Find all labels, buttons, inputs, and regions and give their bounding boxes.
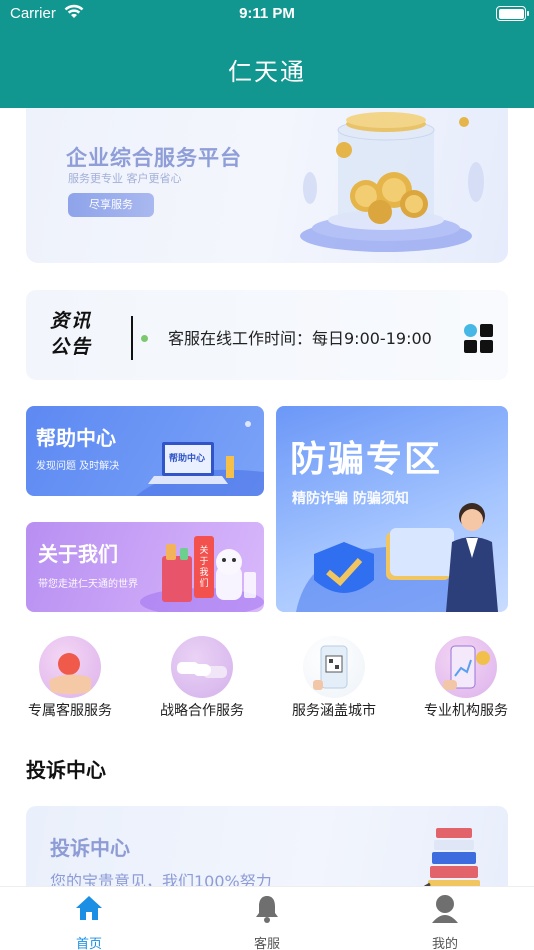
qr-phone-icon <box>303 636 365 698</box>
complaint-card[interactable]: 投诉中心 您的宝贵意见，我们100%努力 <box>26 806 508 886</box>
promo-banner[interactable]: 企业综合服务平台 服务更专业 客户更省心 尽享服务 <box>26 108 508 263</box>
coin-jar-illustration <box>300 112 484 252</box>
announcement-text: 客服在线工作时间：每日9:00-19:00 <box>168 329 432 348</box>
announcement-logo-top: 资讯 <box>50 310 93 332</box>
service-label: 专业机构服务 <box>424 703 508 719</box>
about-us-subtitle: 带您走进仁天通的世界 <box>38 579 138 590</box>
shield-illustration <box>296 503 498 612</box>
home-icon <box>76 896 102 920</box>
announcement-divider <box>131 316 133 360</box>
service-label: 服务涵盖城市 <box>292 703 376 719</box>
service-label: 战略合作服务 <box>160 703 244 719</box>
service-coverage-cities[interactable]: 服务涵盖城市 <box>274 636 394 720</box>
complaint-card-title: 投诉中心 <box>50 836 130 860</box>
handshake-icon <box>171 636 233 698</box>
home-content[interactable]: 企业综合服务平台 服务更专业 客户更省心 尽享服务 资讯 公告 客服在线工作时间… <box>0 108 534 886</box>
announcement-bar[interactable]: 资讯 公告 客服在线工作时间：每日9:00-19:00 <box>26 290 508 380</box>
help-center-card[interactable]: 帮助中心 发现问题 及时解决 帮助中心 <box>26 406 264 496</box>
banner-title: 企业综合服务平台 <box>66 146 242 170</box>
service-label: 专属客服服务 <box>28 703 112 719</box>
tab-home-label: 首页 <box>75 937 102 950</box>
laptop-screen-label: 帮助中心 <box>169 454 206 464</box>
banner-subtitle: 服务更专业 客户更省心 <box>68 172 182 185</box>
nav-bar: 仁天通 <box>0 28 534 108</box>
online-dot-icon <box>141 335 148 342</box>
help-center-subtitle: 发现问题 及时解决 <box>36 461 120 472</box>
service-exclusive-support[interactable]: 专属客服服务 <box>10 636 130 720</box>
battery-icon <box>496 6 529 21</box>
service-professional-institutions[interactable]: 专业机构服务 <box>406 636 526 720</box>
announcement-logo: 资讯 公告 <box>50 308 92 360</box>
status-bar: Carrier 9:11 PM <box>0 0 534 28</box>
announcement-logo-bottom: 公告 <box>50 336 93 358</box>
tab-customer-service-label: 客服 <box>253 937 280 950</box>
user-icon <box>432 895 458 923</box>
tab-customer-service[interactable]: 客服 <box>207 893 327 950</box>
about-us-title: 关于我们 <box>38 542 118 566</box>
help-center-title: 帮助中心 <box>36 426 116 450</box>
tab-profile-label: 我的 <box>431 937 458 950</box>
fraud-title: 防骗专区 <box>290 439 443 480</box>
bell-icon <box>256 896 278 923</box>
hand-fruit-icon <box>39 636 101 698</box>
status-time: 9:11 PM <box>239 5 295 22</box>
about-us-sign: 关于我们 <box>199 546 209 589</box>
page-title: 仁天通 <box>228 58 306 86</box>
grid-menu-icon[interactable] <box>464 324 494 354</box>
complaint-section-title: 投诉中心 <box>26 758 106 782</box>
service-strategic-partnership[interactable]: 战略合作服务 <box>142 636 262 720</box>
about-us-card[interactable]: 关于我们 带您走进仁天通的世界 关于我们 <box>26 522 264 612</box>
banner-button[interactable]: 尽享服务 <box>68 193 154 217</box>
phone-coin-icon <box>435 636 497 698</box>
tab-home[interactable]: 首页 <box>29 893 149 950</box>
tab-profile[interactable]: 我的 <box>385 893 505 950</box>
tab-bar: 首页 客服 我的 <box>0 886 534 950</box>
books-illustration <box>423 828 480 886</box>
fraud-prevention-card[interactable]: 防骗专区 精防诈骗 防骗须知 <box>276 406 508 612</box>
complaint-card-subtitle: 您的宝贵意见，我们100%努力 <box>50 872 272 886</box>
